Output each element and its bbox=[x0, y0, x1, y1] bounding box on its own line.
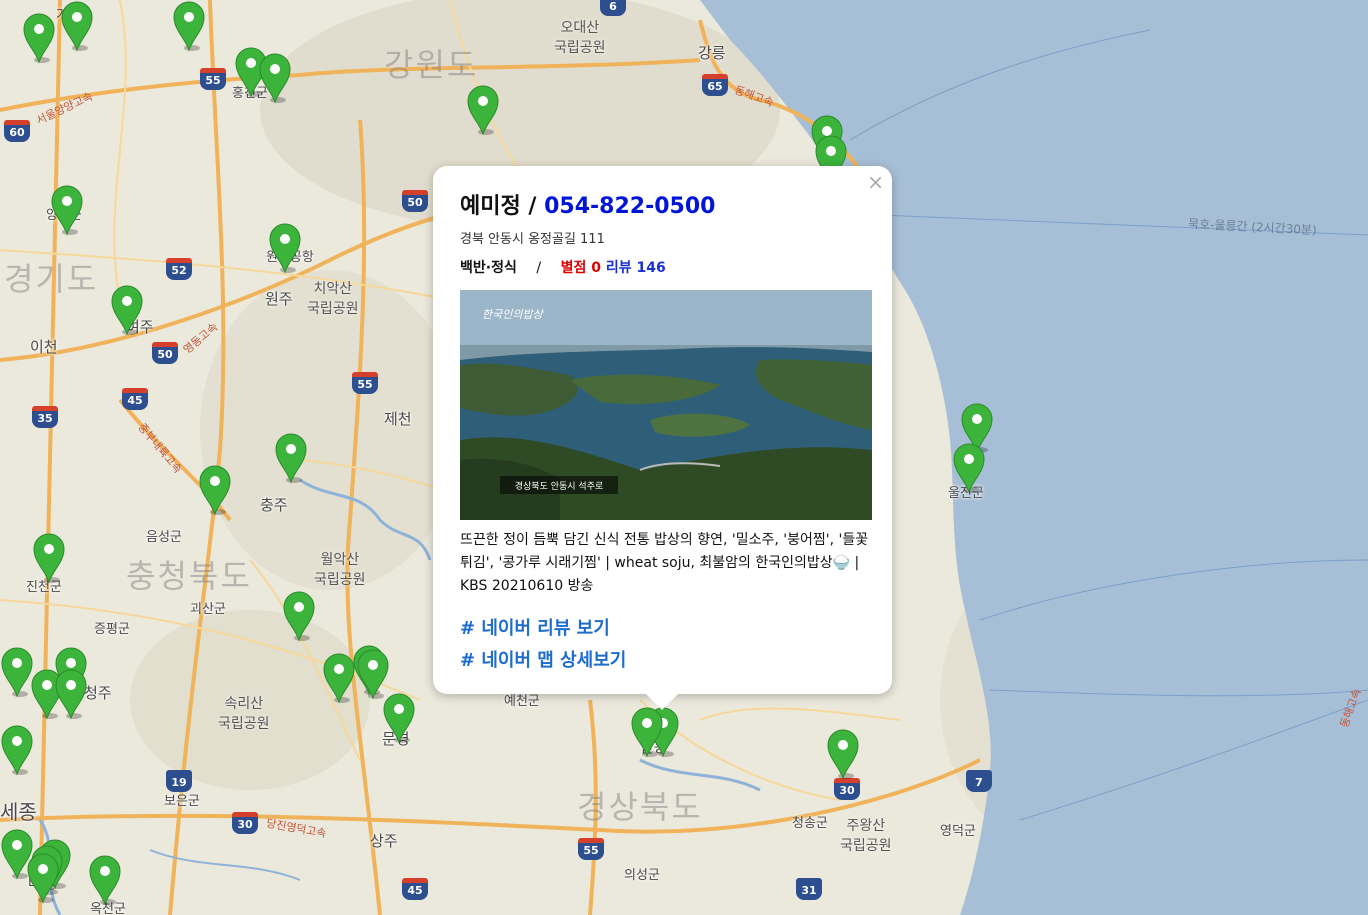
park-label: 월악산 국립공원 bbox=[314, 550, 366, 590]
place-name: 예미정 bbox=[460, 194, 521, 219]
place-label: 의성군 bbox=[624, 868, 660, 883]
park-label: 오대산 국립공원 bbox=[554, 18, 606, 58]
route-shield: 55 bbox=[200, 68, 226, 90]
map-pin-icon[interactable] bbox=[382, 692, 416, 744]
route-shield: 30 bbox=[834, 778, 860, 800]
naver-review-link[interactable]: # 네이버 리뷰 보기 bbox=[460, 614, 610, 640]
review-count: 146 bbox=[636, 260, 666, 276]
map-pin-icon[interactable] bbox=[110, 284, 144, 336]
route-shield: 55 bbox=[578, 838, 604, 860]
map-pin-icon[interactable] bbox=[630, 706, 664, 758]
lake-landscape-image: 경상북도 안동시 석주로 한국인의밥상 bbox=[460, 290, 872, 520]
map-pin-icon[interactable] bbox=[466, 84, 500, 136]
park-type: 국립공원 bbox=[218, 716, 270, 732]
place-label: 세종 bbox=[0, 800, 37, 824]
review-label: 리뷰 bbox=[605, 260, 632, 276]
map-pin-icon[interactable] bbox=[0, 646, 34, 698]
route-shield: 60 bbox=[4, 120, 30, 142]
map-pin-icon[interactable] bbox=[282, 590, 316, 642]
map-pin-icon[interactable] bbox=[26, 852, 60, 904]
place-info-popup[interactable]: × 예미정 / 054-822-0500 경북 안동시 옹정골길 111 백반·… bbox=[433, 166, 892, 710]
province-label: 충청북도 bbox=[126, 557, 252, 595]
route-shield: 7 bbox=[966, 770, 992, 792]
thumbnail-caption: 경상북도 안동시 석주로 bbox=[515, 480, 604, 492]
place-label: 보은군 bbox=[164, 794, 200, 809]
map-pin-icon[interactable] bbox=[50, 184, 84, 236]
map-pin-icon[interactable] bbox=[198, 464, 232, 516]
route-shield: 52 bbox=[166, 258, 192, 280]
park-name: 월악산 bbox=[320, 552, 360, 568]
category-label: 백반·정식 bbox=[460, 260, 517, 276]
park-type: 국립공원 bbox=[314, 572, 366, 588]
map-pin-icon[interactable] bbox=[258, 52, 292, 104]
place-label: 원주 bbox=[265, 290, 293, 308]
place-label: 제천 bbox=[384, 410, 412, 428]
place-meta: 백반·정식 / 별점 0 리뷰 146 bbox=[460, 257, 666, 277]
map-canvas[interactable]: 강원도 경기도 충청북도 경상북도 가평군 오대산 국립공원 강릉 홍천군 양평… bbox=[0, 0, 1368, 915]
route-shield: 31 bbox=[796, 878, 822, 900]
place-label: 강릉 bbox=[698, 44, 726, 62]
route-shield: 50 bbox=[402, 190, 428, 212]
place-description: 뜨끈한 정이 듬뿍 담긴 신식 전통 밥상의 향연, '밀소주, '붕어찜', … bbox=[460, 532, 869, 594]
map-pin-icon[interactable] bbox=[952, 442, 986, 494]
popup-title: 예미정 / 054-822-0500 bbox=[460, 188, 715, 220]
map-pin-icon[interactable] bbox=[32, 532, 66, 584]
route-shield: 6 bbox=[600, 0, 626, 16]
route-shield: 45 bbox=[402, 878, 428, 900]
map-pin-icon[interactable] bbox=[268, 222, 302, 274]
map-pin-icon[interactable] bbox=[826, 728, 860, 780]
place-label: 청송군 bbox=[792, 816, 828, 831]
rating-label: 별점 bbox=[560, 260, 587, 276]
video-thumbnail[interactable]: 경상북도 안동시 석주로 한국인의밥상 bbox=[460, 290, 872, 520]
place-label: 상주 bbox=[370, 832, 398, 850]
phone-number[interactable]: 054-822-0500 bbox=[544, 194, 715, 219]
province-label: 강원도 bbox=[384, 46, 479, 84]
park-name: 치악산 bbox=[313, 281, 353, 297]
map-pin-icon[interactable] bbox=[88, 854, 122, 906]
place-label: 청주 bbox=[84, 684, 112, 702]
route-shield: 45 bbox=[122, 388, 148, 410]
place-label: 괴산군 bbox=[190, 602, 226, 617]
province-label: 경상북도 bbox=[577, 788, 703, 826]
map-pin-icon[interactable] bbox=[54, 668, 88, 720]
place-address: 경북 안동시 옹정골길 111 bbox=[460, 232, 605, 247]
route-shield: 35 bbox=[32, 406, 58, 428]
meta-separator: / bbox=[536, 260, 542, 276]
route-shield: 65 bbox=[702, 74, 728, 96]
map-pin-icon[interactable] bbox=[322, 652, 356, 704]
park-name: 주왕산 bbox=[846, 818, 886, 834]
naver-map-detail-link[interactable]: # 네이버 맵 상세보기 bbox=[460, 646, 626, 672]
map-pin-icon[interactable] bbox=[0, 724, 34, 776]
route-shield: 55 bbox=[352, 372, 378, 394]
province-label: 경기도 bbox=[4, 260, 99, 298]
place-label: 이천 bbox=[30, 338, 58, 356]
park-type: 국립공원 bbox=[840, 838, 892, 854]
place-label: 충주 bbox=[260, 496, 288, 514]
park-type: 국립공원 bbox=[307, 301, 359, 317]
map-pin-icon[interactable] bbox=[172, 0, 206, 52]
close-icon[interactable]: × bbox=[867, 170, 884, 194]
route-shield: 30 bbox=[232, 812, 258, 834]
route-shield: 50 bbox=[152, 342, 178, 364]
place-label: 증평군 bbox=[94, 622, 130, 637]
map-pin-icon[interactable] bbox=[274, 432, 308, 484]
park-label: 속리산 국립공원 bbox=[218, 694, 270, 734]
title-separator: / bbox=[520, 194, 545, 219]
place-label: 음성군 bbox=[146, 530, 182, 545]
popup-pointer bbox=[646, 694, 678, 710]
park-name: 속리산 bbox=[224, 696, 264, 712]
rating-value: 0 bbox=[591, 260, 601, 276]
park-name: 오대산 bbox=[560, 20, 600, 36]
map-pin-icon[interactable] bbox=[22, 12, 56, 64]
park-label: 주왕산 국립공원 bbox=[840, 816, 892, 856]
route-shield: 19 bbox=[166, 770, 192, 792]
park-type: 국립공원 bbox=[554, 40, 606, 56]
thumbnail-logo: 한국인의밥상 bbox=[482, 308, 545, 321]
place-label: 영덕군 bbox=[940, 824, 976, 839]
park-label: 치악산 국립공원 bbox=[307, 279, 359, 319]
map-pin-icon[interactable] bbox=[60, 0, 94, 52]
